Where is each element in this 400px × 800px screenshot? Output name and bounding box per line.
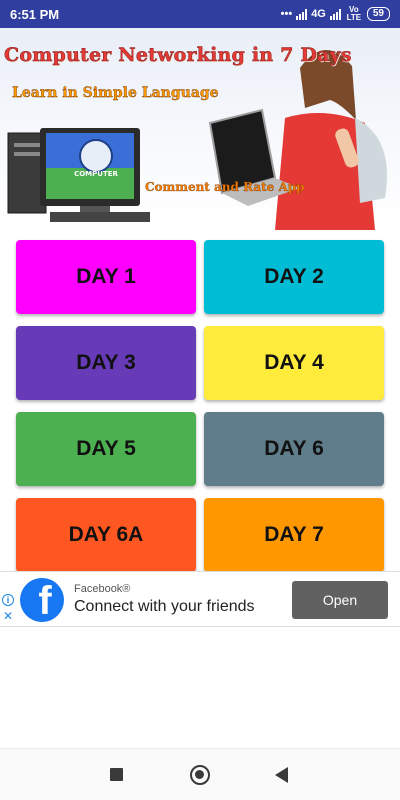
recent-apps-icon[interactable] <box>110 768 123 781</box>
network-type: 4G <box>311 8 326 20</box>
volte-label: Vo LTE <box>346 5 362 22</box>
day-4-button[interactable]: DAY 4 <box>204 326 384 400</box>
notification-dots: ••• <box>280 8 293 20</box>
header-banner[interactable]: COMPUTER Computer Networking in 7 Days L… <box>0 28 400 230</box>
comment-rate-link[interactable]: Comment and Rate App <box>145 180 305 194</box>
banner-title: Computer Networking in 7 Days <box>4 44 352 67</box>
ad-banner[interactable]: i ✕ f Facebook® Connect with your friend… <box>0 571 400 627</box>
ad-text: Connect with your friends <box>74 598 255 615</box>
status-bar: 6:51 PM ••• 4G Vo LTE 59 <box>0 0 400 28</box>
ad-open-button[interactable]: Open <box>292 581 388 619</box>
home-icon[interactable] <box>190 765 210 785</box>
signal-icon <box>296 8 308 20</box>
day-grid: DAY 1 DAY 2 DAY 3 DAY 4 DAY 5 DAY 6 DAY … <box>16 240 384 572</box>
ad-brand: Facebook® <box>74 583 131 595</box>
battery-icon: 59 <box>366 7 390 21</box>
signal-icon-2 <box>329 8 341 20</box>
day-6-button[interactable]: DAY 6 <box>204 412 384 486</box>
status-time: 6:51 PM <box>10 6 60 22</box>
facebook-logo-icon: f <box>20 578 64 622</box>
banner-subtitle: Learn in Simple Language <box>12 85 219 101</box>
status-icons: ••• 4G Vo LTE 59 <box>281 6 390 22</box>
monitor-label: COMPUTER <box>74 170 118 178</box>
navigation-bar <box>0 748 400 800</box>
day-3-button[interactable]: DAY 3 <box>16 326 196 400</box>
day-7-button[interactable]: DAY 7 <box>204 498 384 572</box>
back-icon[interactable] <box>275 767 288 783</box>
ad-close-icon[interactable]: ✕ <box>3 609 13 623</box>
day-1-button[interactable]: DAY 1 <box>16 240 196 314</box>
day-6a-button[interactable]: DAY 6A <box>16 498 196 572</box>
day-5-button[interactable]: DAY 5 <box>16 412 196 486</box>
ad-info-icon[interactable]: i <box>2 594 14 606</box>
day-2-button[interactable]: DAY 2 <box>204 240 384 314</box>
